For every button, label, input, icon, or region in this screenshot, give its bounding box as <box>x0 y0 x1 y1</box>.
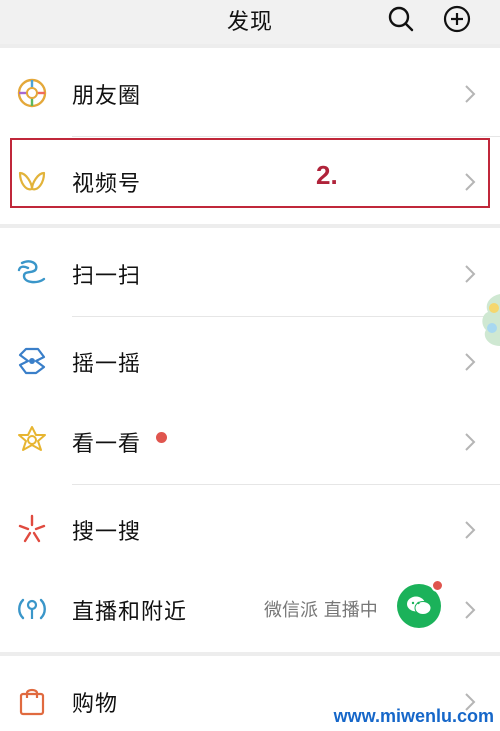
wechat-icon <box>407 596 432 615</box>
menu-label-top-stories: 看一看 <box>72 432 142 457</box>
add-icon[interactable] <box>442 4 472 34</box>
menu-label-live-nearby: 直播和附近 <box>72 600 188 625</box>
moments-icon <box>16 77 48 109</box>
chevron-right-icon <box>464 600 476 620</box>
menu-label-moments: 朋友圈 <box>72 84 142 109</box>
unread-dot <box>156 432 167 443</box>
section-stories-search: 看一看 搜一搜 <box>0 396 500 572</box>
scan-icon <box>16 257 48 289</box>
menu-label-shopping: 购物 <box>72 692 119 717</box>
menu-item-top-stories[interactable]: 看一看 <box>0 396 500 484</box>
top-stories-icon <box>16 425 48 457</box>
page-title: 发现 <box>226 10 273 35</box>
chevron-right-icon <box>464 432 476 452</box>
shopping-icon <box>16 685 48 717</box>
floating-decoration-icon <box>472 290 500 350</box>
shake-icon <box>16 345 48 377</box>
menu-item-search[interactable]: 搜一搜 <box>0 484 500 572</box>
menu-label-search: 搜一搜 <box>72 520 142 545</box>
menu-label-shake: 摇一摇 <box>72 352 142 377</box>
menu-label-scan: 扫一扫 <box>72 264 142 289</box>
section-moments: 朋友圈 <box>0 48 500 136</box>
live-badge[interactable] <box>397 579 444 628</box>
chevron-right-icon <box>464 264 476 284</box>
live-badge-dot <box>431 579 444 592</box>
menu-item-scan[interactable]: 扫一扫 <box>0 228 500 316</box>
live-nearby-icon <box>16 593 48 625</box>
live-status-text: 微信派 直播中 <box>264 600 378 621</box>
chevron-right-icon <box>464 84 476 104</box>
menu-item-shake[interactable]: 摇一摇 <box>0 316 500 404</box>
header-bar: 发现 <box>0 0 500 44</box>
annotation-box <box>10 138 490 208</box>
watermark-text: www.miwenlu.com <box>333 706 494 726</box>
chevron-right-icon <box>464 352 476 372</box>
search-icon[interactable] <box>386 4 416 34</box>
divider <box>72 484 500 485</box>
section-scan-shake: 扫一扫 摇一摇 <box>0 228 500 404</box>
search-feature-icon <box>16 513 48 545</box>
divider <box>72 316 500 317</box>
annotation-label: 2. <box>316 160 338 190</box>
menu-item-moments[interactable]: 朋友圈 <box>0 48 500 136</box>
chevron-right-icon <box>464 520 476 540</box>
